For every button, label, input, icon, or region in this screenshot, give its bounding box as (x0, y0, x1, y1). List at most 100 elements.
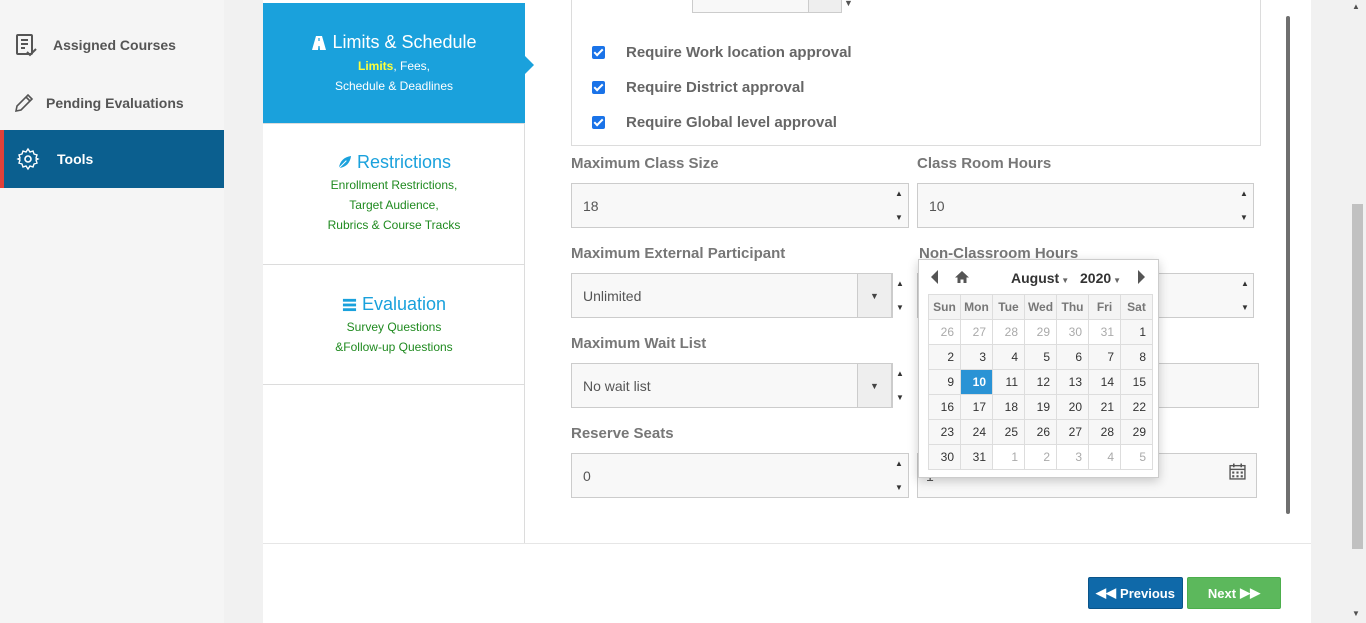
spin-down-icon[interactable]: ▼ (1241, 303, 1249, 312)
reserve-seats-input[interactable]: 0 (571, 453, 909, 498)
day-cell[interactable]: 28 (992, 319, 1025, 345)
day-cell[interactable]: 18 (992, 394, 1025, 420)
spin-up-icon[interactable]: ▲ (896, 279, 904, 288)
day-cell[interactable]: 3 (960, 344, 993, 370)
page-scrollbar-thumb[interactable] (1352, 204, 1363, 549)
day-cell[interactable]: 31 (1088, 319, 1121, 345)
top-select-toggle[interactable] (808, 0, 841, 12)
month-label: August (1011, 270, 1060, 286)
spin-up-icon[interactable]: ▲ (1240, 189, 1248, 198)
day-cell[interactable]: 29 (1024, 319, 1057, 345)
spin-up-icon[interactable]: ▲ (896, 369, 904, 378)
day-cell[interactable]: 30 (1056, 319, 1089, 345)
spin-down-icon[interactable]: ▼ (896, 393, 904, 402)
day-cell[interactable]: 13 (1056, 369, 1089, 395)
day-cell[interactable]: 25 (992, 419, 1025, 445)
day-cell[interactable]: 24 (960, 419, 993, 445)
scroll-down-icon[interactable]: ▼ (1352, 609, 1360, 618)
day-cell[interactable]: 15 (1120, 369, 1153, 395)
sidebar-item-assigned-courses[interactable]: Assigned Courses (0, 16, 224, 74)
spin-up-icon[interactable]: ▲ (1241, 279, 1249, 288)
spin-down-icon[interactable]: ▼ (895, 213, 903, 222)
day-cell[interactable]: 1 (1120, 319, 1153, 345)
day-cell[interactable]: 8 (1120, 344, 1153, 370)
chevron-left-icon[interactable] (931, 270, 938, 284)
day-cell[interactable]: 7 (1088, 344, 1121, 370)
day-cell[interactable]: 2 (928, 344, 961, 370)
day-cell[interactable]: 2 (1024, 444, 1057, 470)
day-cell[interactable]: 31 (960, 444, 993, 470)
previous-button[interactable]: ◀◀ Previous (1088, 577, 1183, 609)
checkbox[interactable] (592, 81, 605, 94)
checkbox[interactable] (592, 116, 605, 129)
checkbox[interactable] (592, 46, 605, 59)
year-select[interactable]: 2020 ▼ (1080, 270, 1121, 286)
spin-up-icon[interactable]: ▲ (895, 189, 903, 198)
class-room-hours-spinner[interactable]: ▲ ▼ (1235, 183, 1253, 228)
day-cell[interactable]: 27 (960, 319, 993, 345)
leaf-icon (338, 155, 352, 169)
spin-up-icon[interactable]: ▲ (895, 459, 903, 468)
day-cell[interactable]: 30 (928, 444, 961, 470)
sidebar-item-pending-evaluations[interactable]: Pending Evaluations (0, 74, 224, 132)
max-wait-list-select[interactable]: No wait list (571, 363, 893, 408)
day-cell[interactable]: 28 (1088, 419, 1121, 445)
max-external-spinner[interactable]: ▲ ▼ (891, 273, 909, 318)
day-cell-selected[interactable]: 10 (960, 369, 993, 395)
day-cell[interactable]: 4 (992, 344, 1025, 370)
spin-down-icon[interactable]: ▼ (895, 483, 903, 492)
home-icon[interactable] (954, 269, 970, 285)
max-external-dropdown[interactable]: ▼ (857, 273, 892, 318)
day-cell[interactable]: 5 (1024, 344, 1057, 370)
step-limits-schedule[interactable]: Limits & Schedule Limits, Fees, Schedule… (263, 3, 525, 124)
day-cell[interactable]: 26 (1024, 419, 1057, 445)
day-cell[interactable]: 29 (1120, 419, 1153, 445)
day-cell[interactable]: 19 (1024, 394, 1057, 420)
chevron-down-icon: ▼ (870, 380, 879, 391)
day-cell[interactable]: 23 (928, 419, 961, 445)
approval-district[interactable]: Require District approval (592, 79, 804, 96)
day-cell[interactable]: 14 (1088, 369, 1121, 395)
spin-down-icon[interactable]: ▼ (896, 303, 904, 312)
reserve-seats-spinner[interactable]: ▲ ▼ (890, 453, 908, 498)
max-wait-list-spinner[interactable]: ▲ ▼ (891, 363, 909, 408)
top-select[interactable] (692, 0, 842, 13)
non-classroom-hours-spinner[interactable]: ▲ ▼ (1236, 273, 1254, 318)
day-cell[interactable]: 9 (928, 369, 961, 395)
day-cell[interactable]: 27 (1056, 419, 1089, 445)
day-cell[interactable]: 26 (928, 319, 961, 345)
max-wait-list-dropdown[interactable]: ▼ (857, 363, 892, 408)
class-room-hours-input[interactable]: 10 (917, 183, 1254, 228)
form-scrollbar[interactable] (1286, 16, 1290, 514)
month-select[interactable]: August ▼ (1011, 270, 1069, 286)
day-cell[interactable]: 11 (992, 369, 1025, 395)
day-cell[interactable]: 12 (1024, 369, 1057, 395)
day-cell[interactable]: 3 (1056, 444, 1089, 470)
day-cell[interactable]: 22 (1120, 394, 1153, 420)
max-class-size-input[interactable]: 18 (571, 183, 909, 228)
day-cell[interactable]: 1 (992, 444, 1025, 470)
step-evaluation[interactable]: Evaluation Survey Questions &Follow-up Q… (263, 265, 525, 385)
approval-global[interactable]: Require Global level approval (592, 114, 837, 131)
day-cell[interactable]: 20 (1056, 394, 1089, 420)
calendar-icon[interactable] (1229, 463, 1246, 480)
max-class-size-spinner[interactable]: ▲ ▼ (890, 183, 908, 228)
step-restrictions[interactable]: Restrictions Enrollment Restrictions, Ta… (263, 124, 525, 265)
day-cell[interactable]: 6 (1056, 344, 1089, 370)
day-cell[interactable]: 5 (1120, 444, 1153, 470)
hidden-field-input[interactable] (1150, 363, 1259, 408)
day-cell[interactable]: 17 (960, 394, 993, 420)
week-row: 9 10 11 12 13 14 15 (928, 369, 1153, 395)
sidebar-item-tools[interactable]: Tools (0, 130, 224, 188)
step-title: Restrictions (337, 152, 451, 173)
sidebar-item-label: Pending Evaluations (46, 95, 184, 111)
scroll-up-icon[interactable]: ▲ (1352, 2, 1360, 11)
chevron-right-icon[interactable] (1138, 270, 1145, 284)
max-external-select[interactable]: Unlimited (571, 273, 893, 318)
approval-work-location[interactable]: Require Work location approval (592, 44, 852, 61)
next-button[interactable]: Next ▶▶ (1187, 577, 1281, 609)
spin-down-icon[interactable]: ▼ (1240, 213, 1248, 222)
day-cell[interactable]: 16 (928, 394, 961, 420)
day-cell[interactable]: 4 (1088, 444, 1121, 470)
day-cell[interactable]: 21 (1088, 394, 1121, 420)
